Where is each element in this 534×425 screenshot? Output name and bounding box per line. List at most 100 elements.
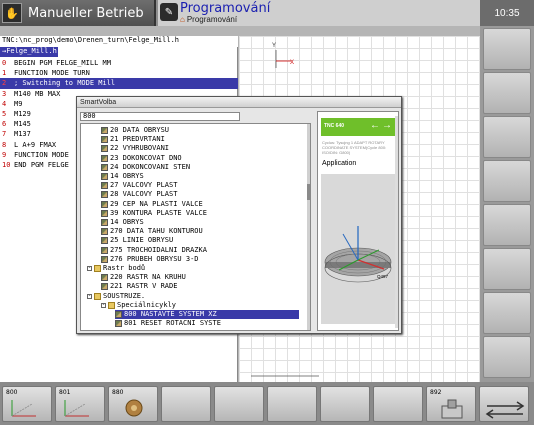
softkey-6[interactable] — [267, 386, 317, 422]
tree-item[interactable]: 39 KONTURA PLASTE VALCE — [101, 209, 299, 218]
tree-item[interactable]: 21 PREDVRTANI — [101, 135, 299, 144]
tree-item-label: 23 DOKONCOVAT DNO — [110, 153, 182, 162]
tree-item-label: Rastr bodů — [103, 264, 146, 272]
tree-item[interactable]: 24 DOKONCOVANI STEN — [101, 163, 299, 172]
tree-item-label: 20 DATA OBRYSU — [110, 126, 170, 134]
program-line[interactable]: 1 FUNCTION MODE TURN — [0, 68, 238, 78]
program-path: TNC:\nc_prog\demo\Drenen_turn\Felge_Mill… — [0, 36, 238, 47]
collapse-icon[interactable]: - — [87, 293, 92, 299]
program-line[interactable]: 0 BEGIN PGM FELGE_MILL MM — [0, 58, 238, 68]
cycle-icon — [115, 320, 122, 328]
softkey-10[interactable] — [479, 386, 529, 422]
cycle-icon — [101, 219, 108, 226]
softkey-7[interactable] — [320, 386, 370, 422]
softkey-label: 880 — [112, 389, 124, 396]
program-line-text: END PGM FELGE — [14, 160, 69, 169]
dialog-search-field[interactable]: 800 — [80, 112, 240, 121]
horizontal-softkey-bar: 800 801 880 892 — [0, 382, 534, 425]
coordinate-icon — [64, 400, 89, 417]
arrow-left-icon[interactable]: ← — [370, 120, 380, 131]
smart-select-dialog[interactable]: SmartVolba 800 801 RESET ROTACNI SYSTE 80… — [76, 96, 402, 334]
tree-item[interactable]: 270 DATA TAHU KONTUROU — [101, 227, 299, 236]
vertical-softkey-6[interactable] — [483, 248, 531, 290]
arrow-right-icon[interactable]: → — [382, 120, 392, 131]
vertical-softkey-1[interactable] — [483, 28, 531, 70]
vertical-softkey-4[interactable] — [483, 160, 531, 202]
programming-mode-label: Programování — [180, 1, 271, 16]
gear-icon — [125, 399, 143, 417]
softkey-label: 801 — [59, 389, 71, 396]
tree-item-label: 275 TROCHOIDALNI DRAZKA — [110, 245, 207, 254]
program-line-number: 8 — [2, 140, 7, 149]
softkey-2[interactable]: 801 — [55, 386, 105, 422]
machine-mode-tab[interactable]: ✋ Manueller Betrieb — [0, 0, 156, 26]
vertical-softkey-7[interactable] — [483, 292, 531, 334]
rotary-table-icon: Q497 — [324, 226, 392, 283]
tree-item[interactable]: 276 PRUBEH OBRYSU 3-D — [101, 255, 299, 264]
tree-item[interactable]: 221 RASTR V RADE — [101, 282, 299, 291]
tree-item-label: 29 CEP NA PLASTI VALCE — [110, 199, 203, 208]
program-line-text: ; Switching to MODE Mill — [14, 79, 116, 88]
tree-item-label: 27 VALCOVY PLAST — [110, 181, 178, 190]
vertical-softkey-8[interactable] — [483, 336, 531, 378]
collapse-icon[interactable]: - — [87, 266, 92, 271]
program-line-text: FUNCTION MODE TURN — [14, 69, 90, 78]
tree-item[interactable]: 27 VALCOVY PLAST — [101, 181, 299, 190]
softkey-5[interactable] — [214, 386, 264, 422]
softkey-9[interactable]: 892 — [426, 386, 476, 422]
program-line-number: 3 — [2, 89, 7, 98]
softkey-1[interactable]: 800 — [2, 386, 52, 422]
softkey-label: 892 — [430, 389, 442, 396]
tree-item[interactable]: 20 DATA OBRYSU — [101, 126, 299, 135]
program-line-number: 7 — [2, 130, 7, 139]
cycle-icon — [101, 173, 108, 180]
tree-folder[interactable]: - SOUSTRUZE. — [87, 292, 299, 301]
tree-item[interactable]: 14 OBRYS — [101, 172, 299, 181]
coordinate-icon — [165, 396, 209, 420]
cycle-icon — [101, 228, 108, 236]
tree-item-label: 25 LINIE OBRYSU — [110, 236, 174, 245]
program-line[interactable]: 2 ; Switching to MODE Mill — [0, 78, 238, 89]
tree-item-label: SOUSTRUZE. — [103, 291, 146, 300]
tree-item[interactable]: 800 NASTAVTE SYSTEM XZ — [115, 310, 299, 319]
help-illustration: Q497 — [321, 174, 395, 324]
softkey-4[interactable] — [161, 386, 211, 422]
tree-item[interactable]: 28 VALCOVY PLAST — [101, 190, 299, 199]
program-tab[interactable]: →Felge_Mill.h — [0, 47, 58, 57]
program-line-number: 10 — [2, 160, 11, 169]
cycle-tree[interactable]: 801 RESET ROTACNI SYSTE 800 NASTAVTE SYST… — [80, 123, 311, 331]
tree-item[interactable]: 275 TROCHOIDALNI DRAZKA — [101, 246, 299, 255]
tree-scrollbar-thumb[interactable] — [307, 184, 310, 200]
help-scrollbar[interactable] — [395, 116, 398, 328]
vertical-softkey-5[interactable] — [483, 204, 531, 246]
cycle-icon — [101, 200, 108, 208]
breadcrumb: ⌂ Programování — [180, 15, 237, 24]
tree-folder[interactable]: - Rastr bodů — [87, 264, 299, 273]
softkey-8[interactable] — [373, 386, 423, 422]
vertical-softkey-3[interactable] — [483, 116, 531, 158]
tree-item-label: 28 VALCOVY PLAST — [110, 190, 178, 199]
cycle-icon — [101, 209, 108, 217]
program-line-number: 5 — [2, 109, 7, 118]
program-line-text: M137 — [14, 130, 31, 139]
tree-item[interactable]: 23 DOKONCOVAT DNO — [101, 154, 299, 163]
tree-folder[interactable]: - Speciálnicykly — [101, 301, 299, 310]
tree-item[interactable]: 29 CEP NA PLASTI VALCE — [101, 200, 299, 209]
softkey-3[interactable]: 880 — [108, 386, 158, 422]
tree-item[interactable]: 801 RESET ROTACNI SYSTE — [115, 319, 299, 328]
program-line-number: 9 — [2, 150, 7, 159]
programming-mode-tab[interactable]: ✎ Programování ⌂ Programování — [158, 0, 480, 26]
tree-item[interactable]: 14 OBRYS — [101, 218, 299, 227]
programming-mode-icon: ✎ — [160, 3, 178, 21]
tree-scrollbar[interactable] — [307, 124, 310, 330]
tree-item[interactable]: 22 VYHRUBOVANI — [101, 144, 299, 153]
top-bar: ✋ Manueller Betrieb ✎ Programování ⌂ Pro… — [0, 0, 534, 26]
tree-item-label: 276 PRUBEH OBRYSU 3-D — [110, 254, 199, 263]
vertical-softkey-2[interactable] — [483, 72, 531, 114]
cycle-icon — [101, 246, 108, 254]
tree-item[interactable]: 220 RASTR NA KRUHU — [101, 273, 299, 282]
collapse-icon[interactable]: - — [101, 302, 106, 308]
tree-item[interactable]: 25 LINIE OBRYSU — [101, 236, 299, 245]
program-line-number: 0 — [2, 59, 7, 67]
coordinate-icon — [218, 396, 262, 420]
